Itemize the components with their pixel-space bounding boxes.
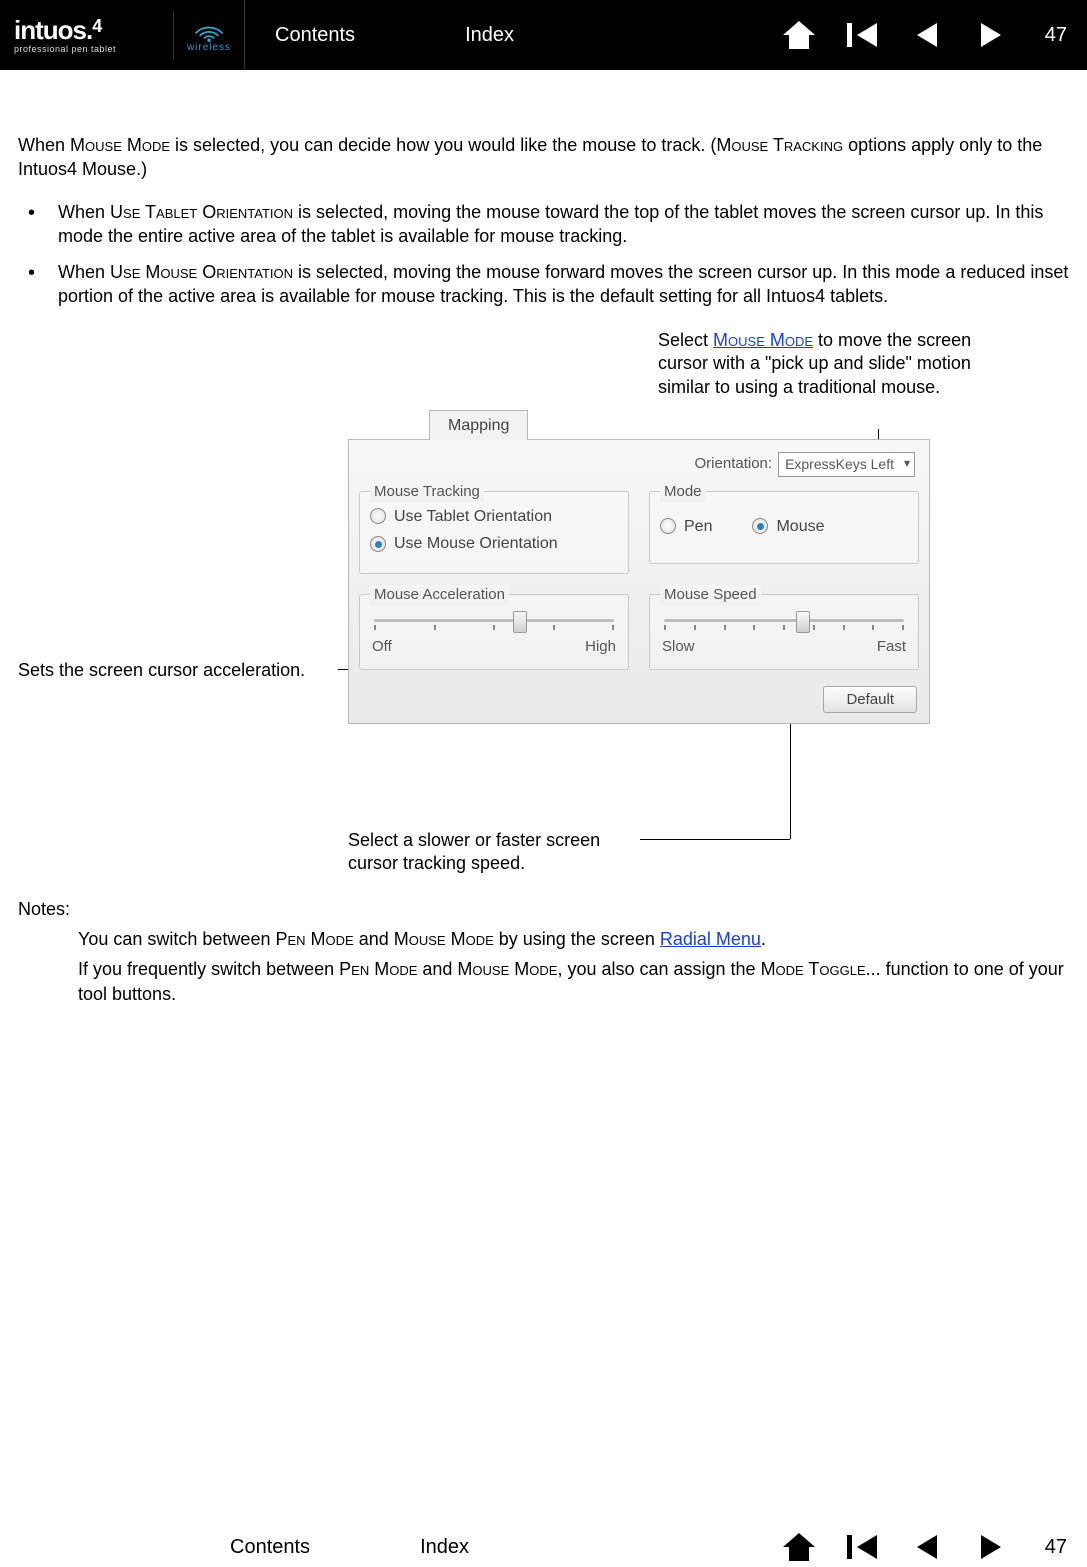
mouse-tracking-group: Mouse Tracking Use Tablet Orientation Us… (359, 491, 629, 574)
first-page-icon[interactable] (843, 1527, 883, 1567)
wifi-icon (192, 18, 226, 42)
logo: intuos.4 professional pen tablet (0, 11, 174, 60)
logo-suffix: 4 (92, 16, 101, 36)
footer-contents-link[interactable]: Contents (230, 1536, 310, 1559)
mapping-tab[interactable]: Mapping (429, 410, 528, 441)
orientation-row: Orientation: ExpressKeys Left (349, 440, 929, 481)
bullet-2: When Use Mouse Orientation is selected, … (18, 260, 1069, 309)
page-content: When Mouse Mode is selected, you can dec… (0, 70, 1087, 1006)
accel-slider[interactable] (374, 609, 614, 633)
home-icon[interactable] (779, 15, 819, 55)
footer-index-link[interactable]: Index (420, 1536, 469, 1559)
orientation-dropdown[interactable]: ExpressKeys Left (778, 452, 915, 477)
page-number-bottom: 47 (1035, 1536, 1067, 1559)
notes-heading: Notes: (18, 897, 1069, 921)
logo-subtitle: professional pen tablet (14, 44, 159, 54)
callout-acceleration: Sets the screen cursor acceleration. (18, 659, 338, 682)
nav-links: Contents Index (245, 24, 514, 47)
nav-icons: 47 (779, 15, 1067, 55)
speed-slider[interactable] (664, 609, 904, 633)
header-bar: intuos.4 professional pen tablet wireles… (0, 0, 1087, 70)
callout-mouse-mode: Select Mouse Mode to move the screen cur… (658, 329, 978, 399)
radio-pen[interactable]: Pen (660, 516, 712, 538)
speed-title: Mouse Speed (660, 585, 761, 605)
footer-bar: Contents Index 47 (0, 1536, 1087, 1559)
default-button[interactable]: Default (823, 686, 917, 713)
bullet-list: When Use Tablet Orientation is selected,… (18, 200, 1069, 309)
mapping-dialog: Mapping Orientation: ExpressKeys Left Mo… (348, 439, 930, 724)
wireless-label: wireless (187, 42, 231, 53)
accel-title: Mouse Acceleration (370, 585, 509, 605)
radio-tablet-orientation[interactable]: Use Tablet Orientation (370, 506, 618, 528)
mouse-tracking-title: Mouse Tracking (370, 482, 484, 502)
intro-paragraph: When Mouse Mode is selected, you can dec… (18, 133, 1069, 182)
page-number-top: 47 (1035, 24, 1067, 47)
orientation-label: Orientation: (695, 454, 773, 474)
home-icon[interactable] (779, 1527, 819, 1567)
mouse-speed-group: Mouse Speed SlowFast (649, 594, 919, 670)
note-1: You can switch between Pen Mode and Mous… (78, 927, 1069, 951)
mode-title: Mode (660, 482, 706, 502)
wireless-badge: wireless (174, 0, 245, 70)
next-page-icon[interactable] (971, 1527, 1011, 1567)
mode-group: Mode Pen Mouse (649, 491, 919, 565)
logo-text: intuos. (14, 15, 92, 45)
connector-speed-h (640, 839, 790, 840)
next-page-icon[interactable] (971, 15, 1011, 55)
notes-section: Notes: You can switch between Pen Mode a… (18, 897, 1069, 1006)
bullet-1: When Use Tablet Orientation is selected,… (18, 200, 1069, 249)
first-page-icon[interactable] (843, 15, 883, 55)
prev-page-icon[interactable] (907, 15, 947, 55)
figure-area: Select Mouse Mode to move the screen cur… (18, 329, 1069, 889)
note-2: If you frequently switch between Pen Mod… (78, 957, 1069, 1006)
mouse-mode-link[interactable]: Mouse Mode (713, 330, 813, 350)
mouse-acceleration-group: Mouse Acceleration OffHigh (359, 594, 629, 670)
radio-mouse-orientation[interactable]: Use Mouse Orientation (370, 533, 618, 555)
radial-menu-link[interactable]: Radial Menu (660, 929, 761, 949)
callout-speed: Select a slower or faster screen cursor … (348, 829, 638, 876)
contents-link[interactable]: Contents (275, 24, 355, 47)
prev-page-icon[interactable] (907, 1527, 947, 1567)
index-link[interactable]: Index (465, 24, 514, 47)
radio-mouse[interactable]: Mouse (752, 516, 824, 538)
